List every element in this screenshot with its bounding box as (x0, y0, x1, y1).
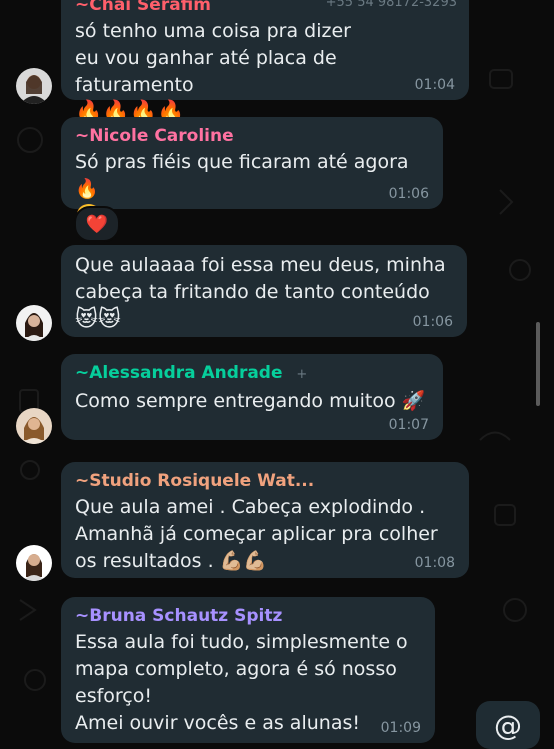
message-emojis: 😻😻 (75, 307, 121, 332)
sender-name-label: ~Alessandra Andrade (75, 363, 283, 383)
sender-name[interactable]: ~Nicole Caroline (75, 125, 429, 147)
sender-phone: +55 54 98172-3293 (325, 0, 457, 10)
scrollbar[interactable] (536, 322, 540, 406)
avatar[interactable] (16, 545, 52, 581)
message-bubble[interactable]: ~Bruna Schautz Spitz Essa aula foi tudo,… (61, 597, 435, 743)
message-time: 01:07 (388, 417, 429, 433)
sender-name[interactable]: ~Studio Rosiquele Wat... (75, 470, 455, 492)
sender-name[interactable]: ~Bruna Schautz Spitz (75, 605, 421, 627)
sender-name[interactable]: ~Alessandra Andrade + (75, 362, 429, 386)
at-icon: @ (494, 708, 522, 742)
avatar[interactable] (16, 68, 52, 104)
message-time: 01:06 (388, 186, 429, 202)
message-time: 01:09 (380, 720, 421, 736)
reaction-badge[interactable]: ❤️ (74, 206, 120, 242)
message-bubble[interactable]: ~Nicole Caroline Só pras fiéis que ficar… (61, 117, 443, 229)
message-text: Que aula amei . Cabeça explodindo . Aman… (75, 496, 438, 572)
message-time: 01:06 (412, 314, 453, 330)
message-text: Como sempre entregando muitoo 🚀 (75, 390, 426, 412)
avatar[interactable] (16, 305, 52, 341)
message-bubble[interactable]: ~Chai Serafim +55 54 98172-3293 só tenho… (61, 0, 469, 125)
message-bubble[interactable]: ~Alessandra Andrade + Como sempre entreg… (61, 354, 443, 440)
message-text: Só pras fiéis que ficaram até agora🔥 (75, 151, 409, 200)
message-text: Essa aula foi tudo, simplesmente o mapa … (75, 631, 408, 734)
add-contact-icon[interactable]: + (296, 367, 307, 382)
message-bubble[interactable]: ~Studio Rosiquele Wat... Que aula amei .… (61, 462, 469, 578)
message-time: 01:04 (414, 77, 455, 93)
message-time: 01:08 (414, 555, 455, 571)
mention-button[interactable]: @ (476, 701, 540, 749)
avatar[interactable] (16, 408, 52, 444)
message-emojis: ☺️ (75, 203, 429, 231)
message-text: Que aulaaaa foi essa meu deus, minha cab… (75, 254, 446, 303)
message-bubble[interactable]: Que aulaaaa foi essa meu deus, minha cab… (61, 245, 467, 337)
heart-icon: ❤️ (85, 213, 109, 235)
message-text: só tenho uma coisa pra dizer eu vou ganh… (75, 20, 351, 96)
